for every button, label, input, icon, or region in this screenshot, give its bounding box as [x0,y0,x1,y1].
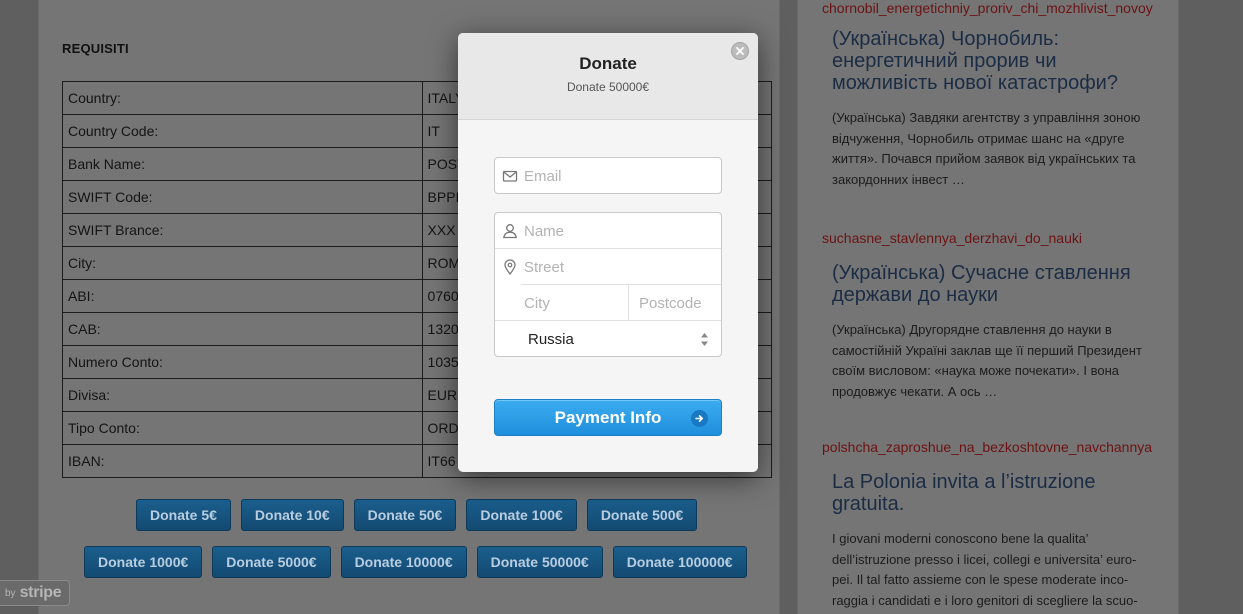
email-input[interactable] [495,158,721,194]
donate-amount-button[interactable]: Donate 50000€ [476,546,603,578]
email-field-group [494,157,722,194]
close-icon [736,47,744,55]
donate-amount-button[interactable]: Donate 50€ [353,499,457,531]
post-excerpt: (Українська) Другорядне ставлення до нау… [832,322,1142,399]
close-button[interactable] [731,42,749,60]
payment-info-label: Payment Info [554,407,662,427]
donate-buttons-row-1: Donate 5€ Donate 10€ Donate 50€ Donate 100€… [136,499,698,531]
donate-modal: Donate Donate 50000€ Email Name Street C… [458,33,758,472]
requisite-key: IBAN: [62,444,423,478]
arrow-right-icon [691,410,708,427]
envelope-icon [502,170,518,182]
requisite-key: ABI: [62,279,423,313]
requisite-key: Divisa: [62,378,423,412]
stripe-logo: stripe [19,584,62,601]
sidebar-post: chornobil_energetichniy_proriv_chi_mozhl… [822,0,1157,190]
email-field [495,158,721,194]
post-title-link[interactable]: La Polonia invita a l’istruzione gratuit… [832,471,1157,515]
requisite-key: SWIFT Brance: [62,213,423,247]
modal-title: Donate [579,54,637,73]
name-input[interactable] [495,213,721,249]
postcode-input[interactable] [629,285,721,321]
select-arrows-icon [701,333,708,346]
donate-amount-button[interactable]: Donate 100€ [466,499,577,531]
donate-amount-button[interactable]: Donate 1000€ [84,546,203,578]
requisite-key: Tipo Conto: [62,411,423,445]
donate-amount-button[interactable]: Donate 5000€ [212,546,331,578]
city-input[interactable] [521,285,628,321]
post-slug-link[interactable]: suchasne_stavlennya_derzhavi_do_nauki [822,230,1154,246]
requisites-heading: REQUISITI [62,41,129,56]
country-select[interactable]: Russia [495,321,721,357]
person-icon [503,224,517,239]
requisite-key: Country: [62,81,423,115]
donate-amount-button[interactable]: Donate 10€ [240,499,344,531]
sidebar-post: suchasne_stavlennya_derzhavi_do_nauki (У… [822,230,1157,402]
donate-amount-button[interactable]: Donate 500€ [586,499,698,531]
post-title-link[interactable]: (Українська) Чорнобиль: енергетичний про… [832,28,1157,94]
requisite-key: CAB: [62,312,423,346]
donate-amount-button[interactable]: Donate 5€ [136,499,231,531]
post-slug-link[interactable]: chornobil_energetichniy_proriv_chi_mozhl… [822,0,1154,16]
modal-subtitle: Donate 50000€ [566,80,650,94]
requisite-key: Country Code: [62,114,423,148]
requisite-key: City: [62,246,423,280]
location-pin-icon [504,259,516,276]
address-field-group: Russia [494,212,722,357]
payment-info-button[interactable]: Payment Info [494,399,722,436]
stripe-badge-prefix: by [5,587,16,599]
requisite-key: SWIFT Code: [62,180,423,214]
street-field [495,249,721,285]
city-postcode-row [521,285,721,321]
requisite-key: Bank Name: [62,147,423,181]
post-excerpt: (Українська) Завдяки агентству з управлі… [832,110,1141,187]
country-selected-value: Russia [528,330,574,348]
post-title-link[interactable]: (Українська) Сучасне ставлення держави д… [832,262,1157,306]
requisite-key: Numero Conto: [62,345,423,379]
donate-buttons-row-2: Donate 1000€ Donate 5000€ Donate 10000€ Don… [84,546,747,578]
stripe-badge[interactable]: by stripe [0,580,71,606]
sidebar-post: polshcha_zaproshue_na_bezkoshtovne_navch… [822,439,1157,611]
post-slug-link[interactable]: polshcha_zaproshue_na_bezkoshtovne_navch… [822,439,1154,455]
name-field [495,213,721,249]
modal-header: Donate Donate 50000€ [458,33,758,120]
post-excerpt: I giovani moderni conoscono bene la qual… [832,531,1138,608]
donate-amount-button[interactable]: Donate 100000€ [612,546,747,578]
street-input[interactable] [495,249,721,285]
donate-amount-button[interactable]: Donate 10000€ [340,546,467,578]
